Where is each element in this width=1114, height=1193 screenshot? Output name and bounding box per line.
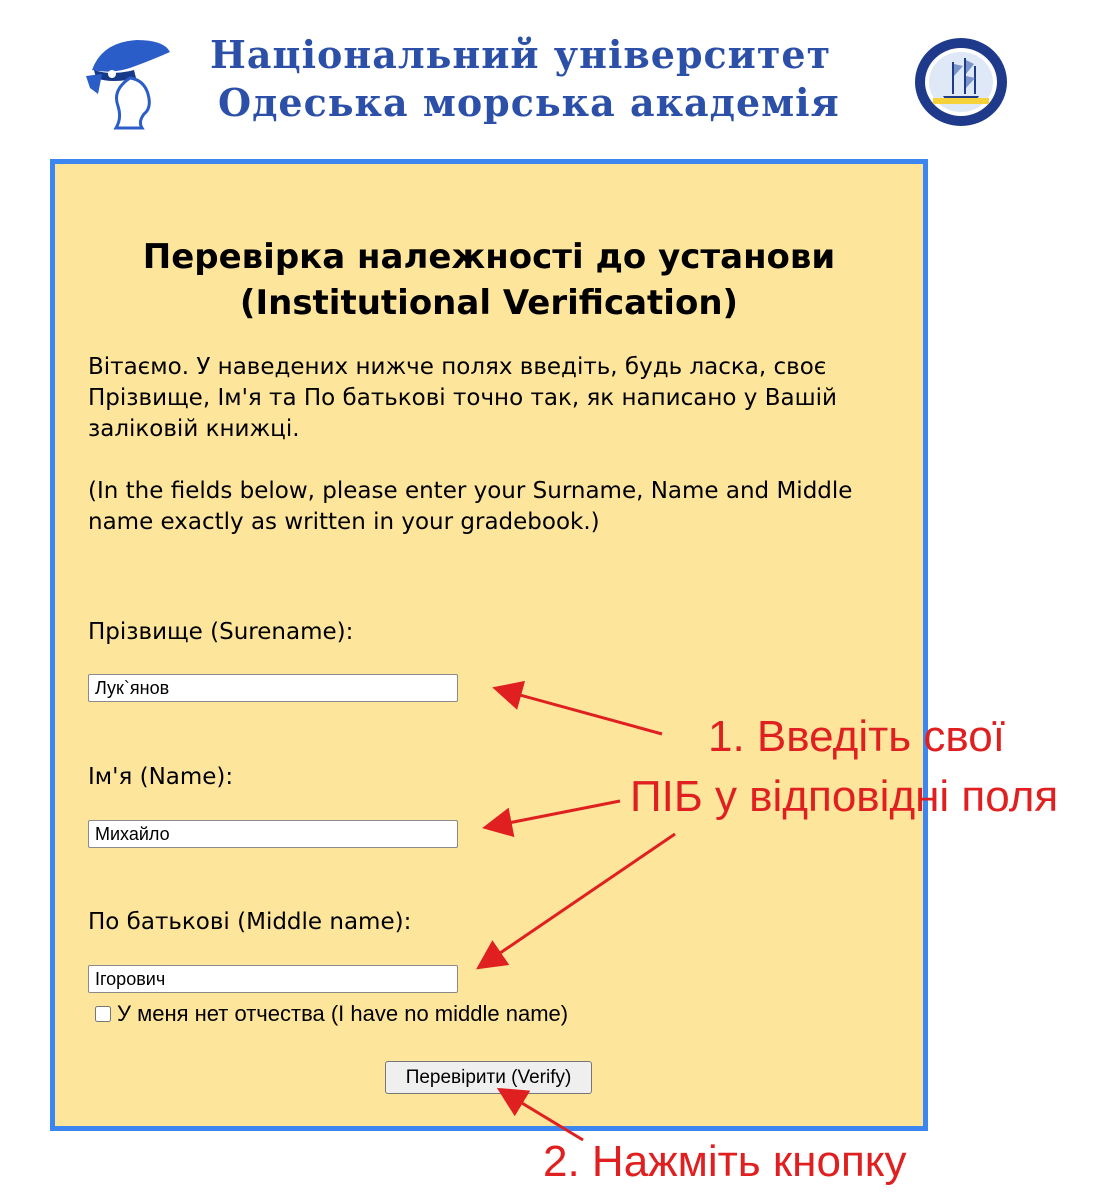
university-title-line2: Одеська морська академія bbox=[218, 80, 840, 125]
verify-button[interactable]: Перевірити (Verify) bbox=[385, 1061, 592, 1094]
no-middle-name-checkbox[interactable] bbox=[95, 1006, 111, 1022]
middle-name-input[interactable] bbox=[88, 965, 458, 993]
intro-text-en: (In the fields below, please enter your … bbox=[88, 478, 853, 535]
academy-seal-icon bbox=[915, 38, 1007, 126]
surname-input[interactable] bbox=[88, 674, 458, 702]
annotation-step1-line1: 1. Введіть свої bbox=[708, 712, 1005, 761]
page-title-en: (Institutional Verification) bbox=[239, 283, 739, 323]
page-title: Перевірка належності до установи (Instit… bbox=[55, 234, 923, 326]
sailor-cap-logo-icon bbox=[86, 40, 170, 130]
page-title-ua: Перевірка належності до установи bbox=[142, 237, 836, 277]
verification-panel: Перевірка належності до установи (Instit… bbox=[50, 159, 928, 1131]
name-label: Ім'я (Name): bbox=[88, 764, 234, 790]
middle-name-label: По батькові (Middle name): bbox=[88, 909, 412, 935]
annotation-step2: 2. Нажміть кнопку bbox=[543, 1137, 907, 1186]
site-header: Національний університет Одеська морська… bbox=[0, 0, 1114, 150]
intro-text-ua: Вітаємо. У наведених нижче полях введіть… bbox=[88, 354, 837, 442]
university-title-line1: Національний університет bbox=[210, 32, 832, 77]
surname-label: Прізвище (Surename): bbox=[88, 619, 354, 645]
annotation-step1-line2: ПІБ у відповідні поля bbox=[630, 772, 1059, 821]
no-middle-name-label: У меня нет отчества (I have no middle na… bbox=[117, 1001, 569, 1026]
name-input[interactable] bbox=[88, 820, 458, 848]
no-middle-name-option[interactable]: У меня нет отчества (I have no middle na… bbox=[95, 1001, 568, 1027]
